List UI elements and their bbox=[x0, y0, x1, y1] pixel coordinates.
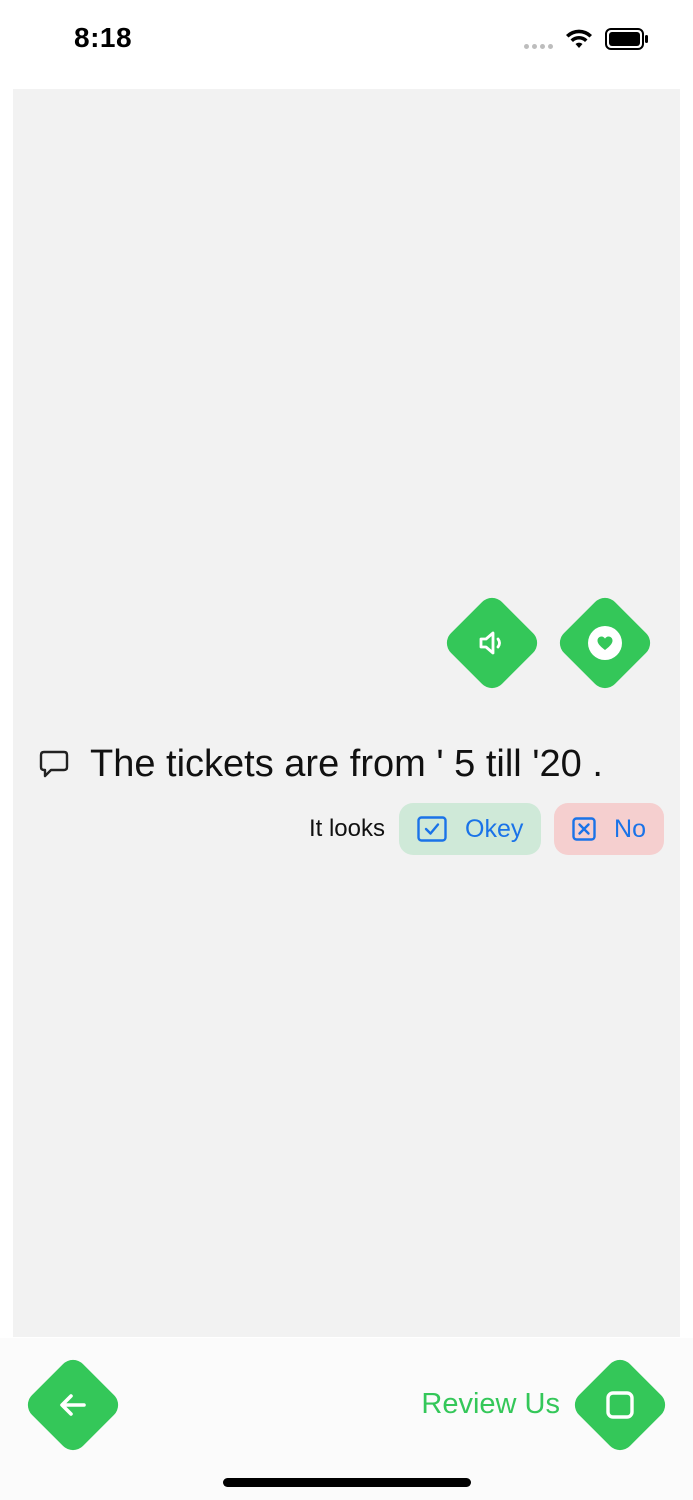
heart-icon bbox=[587, 625, 623, 661]
cellular-signal-icon bbox=[524, 43, 553, 49]
status-icons bbox=[524, 26, 649, 52]
status-time: 8:18 bbox=[74, 22, 133, 53]
checkbox-check-icon bbox=[417, 814, 447, 844]
status-bar: 8:18 bbox=[0, 0, 693, 88]
no-button[interactable]: No bbox=[554, 803, 664, 855]
feedback-row: It looks Okey No bbox=[13, 803, 664, 855]
favorite-button[interactable] bbox=[554, 592, 656, 694]
review-us-link[interactable]: Review Us bbox=[421, 1388, 560, 1421]
battery-icon bbox=[605, 28, 649, 50]
review-button[interactable] bbox=[569, 1354, 671, 1456]
speech-bubble-icon bbox=[38, 748, 70, 780]
content-area: The tickets are from ' 5 till '20 . It l… bbox=[13, 89, 680, 1337]
feedback-label: It looks bbox=[308, 815, 385, 842]
arrow-left-icon bbox=[56, 1388, 90, 1422]
sentence-row: The tickets are from ' 5 till '20 . bbox=[38, 739, 678, 789]
okey-button[interactable]: Okey bbox=[399, 803, 541, 855]
okey-label: Okey bbox=[465, 814, 524, 843]
bottom-bar: Review Us bbox=[0, 1338, 693, 1500]
checkbox-x-icon bbox=[572, 814, 596, 844]
screen: 8:18 The tickets are from ' 5 till '20 .… bbox=[0, 0, 693, 1500]
speaker-icon bbox=[476, 627, 508, 659]
speak-button[interactable] bbox=[441, 592, 543, 694]
sentence-text: The tickets are from ' 5 till '20 . bbox=[90, 742, 603, 785]
wifi-icon bbox=[565, 28, 593, 50]
home-indicator bbox=[223, 1478, 471, 1487]
no-label: No bbox=[614, 814, 646, 843]
square-icon bbox=[604, 1389, 636, 1421]
back-button[interactable] bbox=[22, 1354, 124, 1456]
